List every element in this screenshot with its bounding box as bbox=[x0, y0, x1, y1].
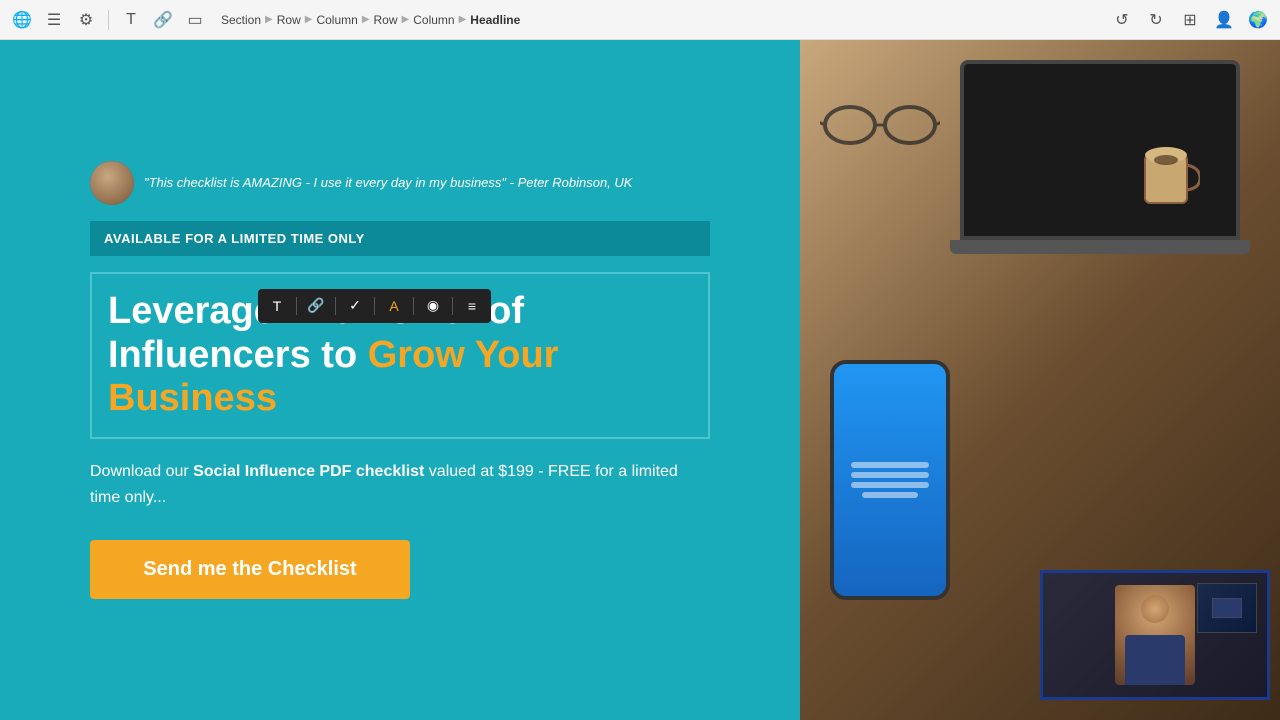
user-icon[interactable]: 👤 bbox=[1210, 6, 1238, 34]
separator-1 bbox=[108, 10, 109, 30]
format-toolbar: T 🔗 ✓ A ◉ ≡ bbox=[258, 289, 491, 323]
breadcrumb: Section ▶ Row ▶ Column ▶ Row ▶ Column ▶ … bbox=[221, 13, 520, 27]
settings-icon[interactable]: ⚙ bbox=[72, 6, 100, 34]
video-thumbnail[interactable] bbox=[1040, 570, 1270, 700]
breadcrumb-section[interactable]: Section bbox=[221, 13, 261, 27]
format-divider-2 bbox=[335, 297, 336, 315]
breadcrumb-arrow-5: ▶ bbox=[459, 14, 467, 25]
laptop-decoration bbox=[940, 60, 1260, 280]
toolbar-right: ↺ ↻ ⊞ 👤 🌍 bbox=[1108, 6, 1272, 34]
glasses-decoration bbox=[820, 100, 940, 155]
breadcrumb-arrow-3: ▶ bbox=[362, 14, 370, 25]
phone-screen bbox=[834, 364, 946, 596]
phone-line-1 bbox=[851, 462, 929, 468]
format-highlight-btn[interactable]: ◉ bbox=[420, 293, 446, 319]
format-align-btn[interactable]: ≡ bbox=[459, 293, 485, 319]
phone-line-2 bbox=[851, 472, 929, 478]
format-divider-4 bbox=[413, 297, 414, 315]
format-link-btn[interactable]: 🔗 bbox=[303, 293, 329, 319]
coffee-cup-decoration bbox=[1140, 140, 1200, 215]
breadcrumb-headline[interactable]: Headline bbox=[470, 13, 520, 27]
phone-line-4 bbox=[862, 492, 918, 498]
banner: AVAILABLE FOR A LIMITED TIME ONLY bbox=[90, 221, 710, 256]
preview-icon[interactable]: ⊞ bbox=[1176, 6, 1204, 34]
avatar bbox=[90, 161, 134, 205]
breadcrumb-row2[interactable]: Row bbox=[374, 13, 398, 27]
globe-icon[interactable]: 🌐 bbox=[8, 6, 36, 34]
layout-icon[interactable]: ▭ bbox=[181, 6, 209, 34]
breadcrumb-column2[interactable]: Column bbox=[413, 13, 454, 27]
format-divider-1 bbox=[296, 297, 297, 315]
redo-button[interactable]: ↻ bbox=[1142, 6, 1170, 34]
format-color-btn[interactable]: A bbox=[381, 293, 407, 319]
undo-button[interactable]: ↺ bbox=[1108, 6, 1136, 34]
breadcrumb-row1[interactable]: Row bbox=[277, 13, 301, 27]
global-icon[interactable]: 🌍 bbox=[1244, 6, 1272, 34]
content-card: "This checklist is AMAZING - I use it ev… bbox=[70, 141, 730, 619]
breadcrumb-arrow-2: ▶ bbox=[305, 14, 313, 25]
testimonial-row: "This checklist is AMAZING - I use it ev… bbox=[90, 161, 710, 205]
banner-text: AVAILABLE FOR A LIMITED TIME ONLY bbox=[104, 231, 696, 246]
video-inner bbox=[1043, 573, 1267, 697]
right-background bbox=[800, 40, 1280, 720]
video-bg-screen bbox=[1197, 583, 1257, 633]
left-panel: "This checklist is AMAZING - I use it ev… bbox=[0, 40, 800, 720]
phone-body bbox=[830, 360, 950, 600]
format-text-btn[interactable]: T bbox=[264, 293, 290, 319]
phone-decoration bbox=[830, 360, 970, 640]
breadcrumb-arrow-1: ▶ bbox=[265, 14, 273, 25]
description-before: Download our bbox=[90, 463, 193, 480]
breadcrumb-column1[interactable]: Column bbox=[316, 13, 357, 27]
avatar-image bbox=[90, 161, 134, 205]
format-check-btn[interactable]: ✓ bbox=[342, 293, 368, 319]
format-divider-5 bbox=[452, 297, 453, 315]
format-divider-3 bbox=[374, 297, 375, 315]
description-text: Download our Social Influence PDF checkl… bbox=[90, 459, 710, 510]
cta-button[interactable]: Send me the Checklist bbox=[90, 540, 410, 599]
top-toolbar: 🌐 ☰ ⚙ T 🔗 ▭ Section ▶ Row ▶ Column ▶ Row… bbox=[0, 0, 1280, 40]
description-bold: Social Influence PDF checklist bbox=[193, 463, 424, 480]
video-person bbox=[1115, 585, 1195, 685]
link-icon[interactable]: 🔗 bbox=[149, 6, 177, 34]
main-content: "This checklist is AMAZING - I use it ev… bbox=[0, 40, 1280, 720]
menu-icon[interactable]: ☰ bbox=[40, 6, 68, 34]
text-icon[interactable]: T bbox=[117, 6, 145, 34]
laptop-base bbox=[950, 240, 1250, 254]
testimonial-text: "This checklist is AMAZING - I use it ev… bbox=[144, 175, 632, 190]
phone-line-3 bbox=[851, 482, 929, 488]
breadcrumb-arrow-4: ▶ bbox=[402, 14, 410, 25]
right-panel bbox=[800, 40, 1280, 720]
